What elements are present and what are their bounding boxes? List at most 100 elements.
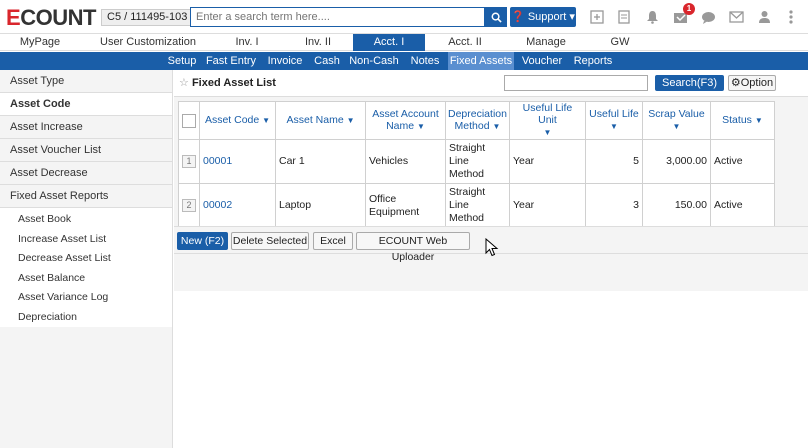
sidebar-subitem-asset-balance[interactable]: Asset Balance (0, 269, 172, 289)
asset-code-link[interactable]: 00002 (199, 183, 276, 228)
col-asset-name[interactable]: Asset Name ▼ (275, 101, 366, 140)
sort-icon: ▼ (754, 116, 763, 125)
asset-code-link[interactable]: 00001 (199, 139, 276, 184)
sidebar-item-asset-increase[interactable]: Asset Increase (0, 116, 172, 139)
subnav-notes[interactable]: Notes (407, 52, 443, 70)
tab-manage[interactable]: Manage (518, 34, 574, 51)
col-scrap-value[interactable]: Scrap Value ▼ (641, 101, 711, 140)
favorite-star-icon[interactable]: ☆ (179, 77, 189, 89)
col-useful-life-unit[interactable]: Useful Life Unit ▼ (508, 101, 586, 140)
support-dropdown[interactable]: ❓ Support ▾ (510, 7, 576, 27)
col-asset-code[interactable]: Asset Code ▼ (199, 101, 276, 140)
list-search-input[interactable] (504, 75, 648, 91)
sidebar-subitem-asset-book[interactable]: Asset Book (0, 210, 172, 230)
top-header: ECOUNT C5 / 111495-103 ❓ Support ▾ 1 (0, 0, 808, 34)
asset-name-cell: Laptop (275, 183, 366, 228)
sort-icon: ▼ (492, 122, 501, 131)
scrap-value-cell: 3,000.00 (641, 139, 711, 184)
sort-icon: ▼ (346, 116, 355, 125)
sidebar-subitem-increase-asset-list[interactable]: Increase Asset List (0, 230, 172, 250)
main-nav: MyPage User Customization Inv. I Inv. II… (0, 34, 808, 51)
select-all-checkbox[interactable] (182, 113, 196, 128)
col-useful-life[interactable]: Useful Life ▼ (584, 101, 643, 140)
row-number-cell[interactable]: 1 (178, 139, 200, 184)
tab-inv-i[interactable]: Inv. I (222, 34, 272, 51)
useful-life-unit-cell: Year (508, 183, 586, 228)
delete-selected-button[interactable]: Delete Selected (231, 232, 309, 250)
main-content: ☆ Fixed Asset List Search(F3) ⚙Option As… (174, 70, 808, 448)
chat-icon[interactable] (699, 8, 717, 26)
page-title: ☆ Fixed Asset List (179, 77, 276, 89)
sort-icon: ▼ (417, 122, 425, 131)
subnav-non-cash[interactable]: Non-Cash (348, 52, 400, 70)
tab-acct-ii[interactable]: Acct. II (436, 34, 494, 51)
option-button[interactable]: ⚙Option (728, 75, 776, 91)
sidebar-item-fixed-asset-reports[interactable]: Fixed Asset Reports (0, 185, 172, 208)
global-search-input[interactable] (190, 7, 485, 27)
web-uploader-button[interactable]: ECOUNT Web Uploader (356, 232, 470, 263)
useful-life-cell: 5 (584, 139, 643, 184)
asset-account-cell: Vehicles (365, 139, 446, 184)
search-icon (491, 12, 502, 23)
excel-button[interactable]: Excel (313, 232, 353, 250)
add-menu-icon[interactable] (588, 8, 606, 26)
status-cell: Active (709, 183, 775, 228)
table-row: 1 00001 Car 1 Vehicles Straight Line Met… (178, 139, 775, 184)
search-button[interactable] (485, 7, 507, 27)
search-f3-button[interactable]: Search(F3) (655, 75, 724, 91)
sidebar-item-asset-decrease[interactable]: Asset Decrease (0, 162, 172, 185)
asset-table: Asset Code ▼ Asset Name ▼ Asset Account … (178, 101, 775, 228)
mail-icon[interactable] (727, 8, 745, 26)
title-bar: ☆ Fixed Asset List Search(F3) ⚙Option (174, 72, 808, 94)
tab-user-customization[interactable]: User Customization (96, 34, 200, 51)
tab-gw[interactable]: GW (600, 34, 640, 51)
asset-account-cell: Office Equipment (365, 183, 446, 228)
sidebar-item-asset-type[interactable]: Asset Type (0, 70, 172, 93)
useful-life-unit-cell: Year (508, 139, 586, 184)
document-icon[interactable] (615, 8, 633, 26)
tab-mypage[interactable]: MyPage (8, 34, 72, 51)
subnav-invoice[interactable]: Invoice (264, 52, 306, 70)
tab-inv-ii[interactable]: Inv. II (293, 34, 343, 51)
sidebar-sub-menu: Asset Book Increase Asset List Decrease … (0, 208, 172, 327)
notification-badge: 1 (683, 3, 695, 15)
scrap-value-cell: 150.00 (641, 183, 711, 228)
sort-icon: ▼ (543, 128, 552, 137)
status-cell: Active (709, 139, 775, 184)
company-code-badge[interactable]: C5 / 111495-103 (101, 9, 194, 26)
ecount-logo[interactable]: ECOUNT (6, 5, 96, 31)
sort-icon: ▼ (262, 116, 271, 125)
subnav-cash[interactable]: Cash (311, 52, 343, 70)
bell-icon[interactable] (643, 8, 661, 26)
useful-life-cell: 3 (584, 183, 643, 228)
sort-icon: ▼ (609, 122, 618, 131)
col-status[interactable]: Status ▼ (709, 101, 775, 140)
help-icon: ❓ (511, 11, 525, 23)
col-depreciation-method[interactable]: Depreciation Method ▼ (445, 101, 510, 140)
sidebar-item-asset-code[interactable]: Asset Code (0, 93, 172, 116)
user-icon[interactable] (755, 8, 773, 26)
grid-area: Asset Code ▼ Asset Name ▼ Asset Account … (174, 96, 808, 291)
tab-acct-i[interactable]: Acct. I (353, 34, 425, 51)
new-button[interactable]: New (F2) (177, 232, 228, 250)
sidebar-subitem-asset-variance-log[interactable]: Asset Variance Log (0, 288, 172, 308)
subnav-voucher[interactable]: Voucher (519, 52, 565, 70)
gear-icon: ⚙ (730, 77, 741, 89)
select-all-header (178, 101, 200, 140)
asset-name-cell: Car 1 (275, 139, 366, 184)
sidebar-subitem-decrease-asset-list[interactable]: Decrease Asset List (0, 249, 172, 269)
sub-nav: Setup Fast Entry Invoice Cash Non-Cash N… (0, 52, 808, 70)
subnav-setup[interactable]: Setup (164, 52, 200, 70)
more-menu-icon[interactable] (782, 8, 800, 26)
table-row: 2 00002 Laptop Office Equipment Straight… (178, 183, 775, 228)
depreciation-method-cell: Straight Line Method (445, 183, 510, 228)
row-number-cell[interactable]: 2 (178, 183, 200, 228)
subnav-fixed-assets[interactable]: Fixed Assets (448, 52, 514, 70)
subnav-reports[interactable]: Reports (570, 52, 616, 70)
col-asset-account-name[interactable]: Asset Account Name ▼ (365, 101, 446, 140)
subnav-fast-entry[interactable]: Fast Entry (205, 52, 257, 70)
depreciation-method-cell: Straight Line Method (445, 139, 510, 184)
sidebar-item-asset-voucher-list[interactable]: Asset Voucher List (0, 139, 172, 162)
sidebar-subitem-depreciation[interactable]: Depreciation (0, 308, 172, 328)
sidebar: Asset Type Asset Code Asset Increase Ass… (0, 70, 173, 448)
